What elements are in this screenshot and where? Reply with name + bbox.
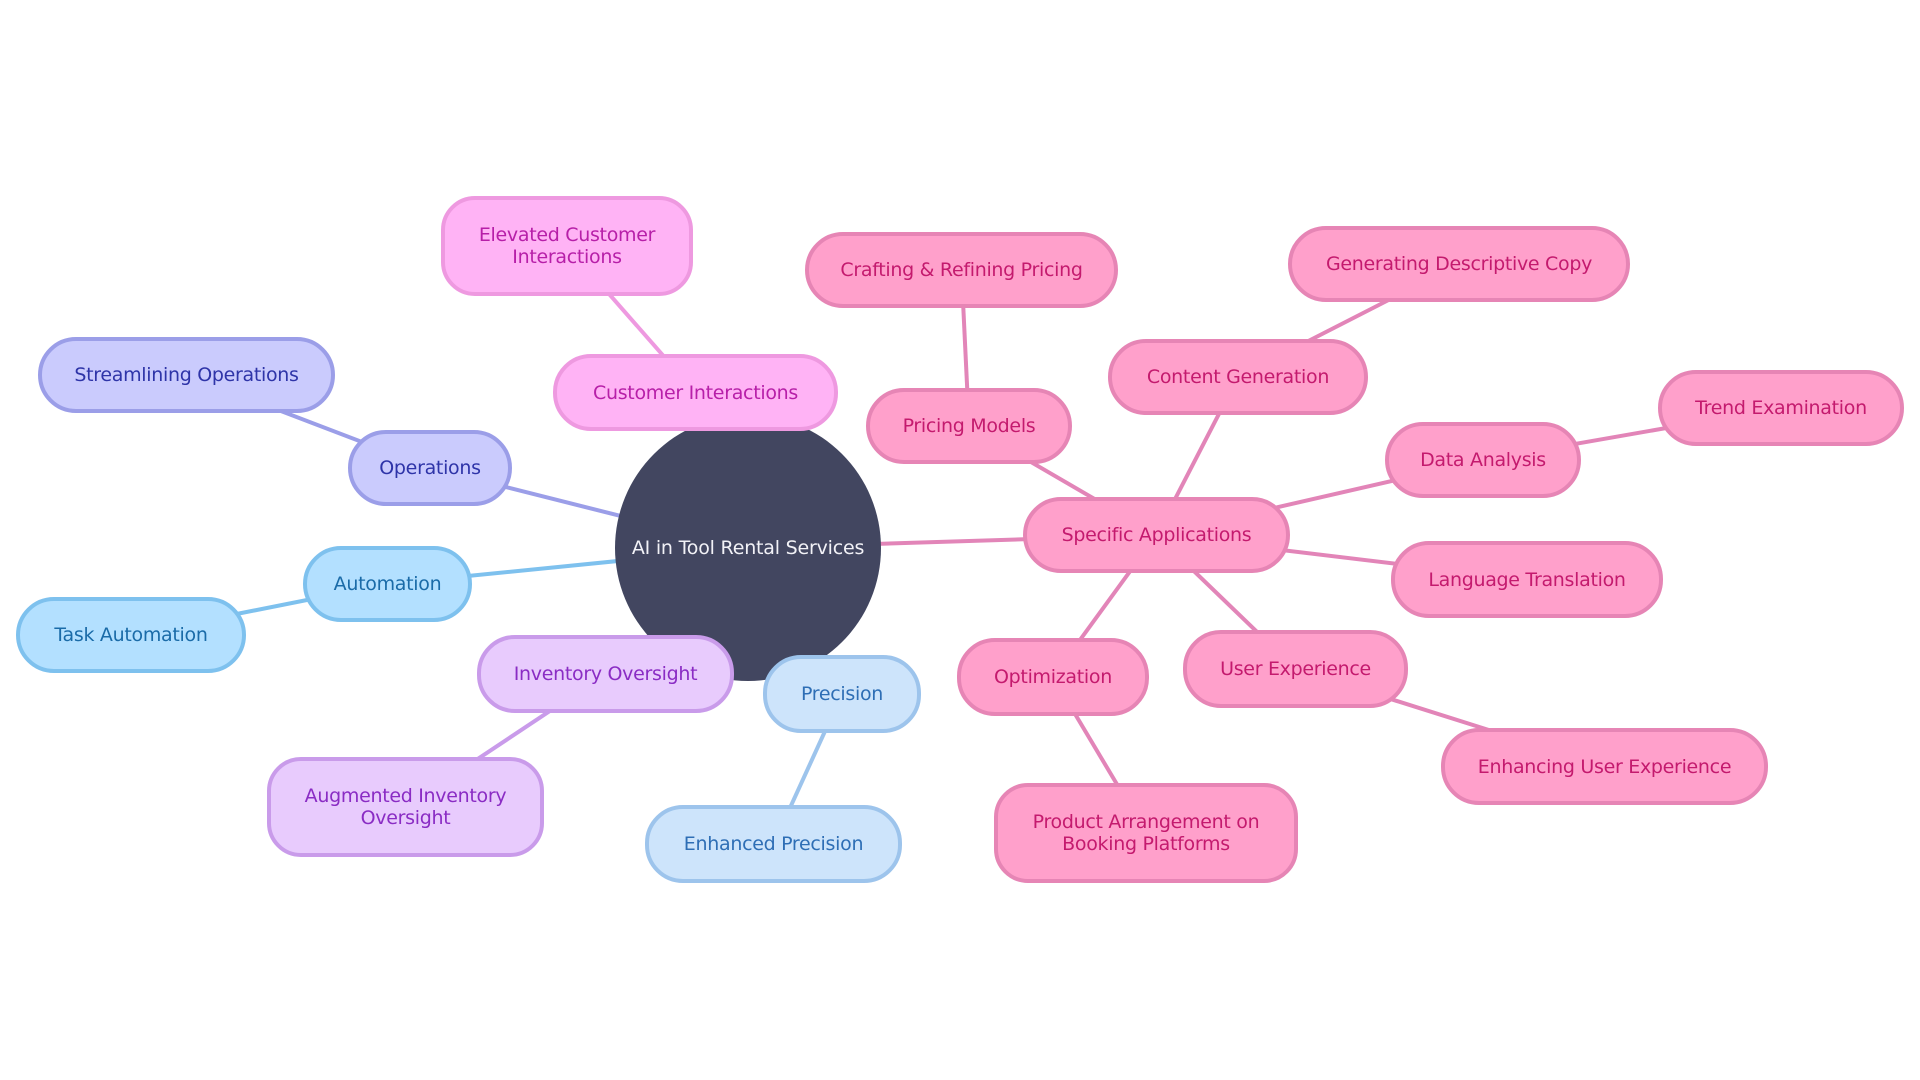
node-label: Content Generation xyxy=(1146,366,1330,388)
node-label: Specific Applications xyxy=(1061,524,1252,546)
node-optimization[interactable]: Optimization xyxy=(957,638,1149,716)
node-label: Crafting & Refining Pricing xyxy=(840,259,1083,281)
node-label: Data Analysis xyxy=(1420,449,1546,471)
node-augmented-inventory-oversight[interactable]: Augmented Inventory Oversight xyxy=(267,757,544,857)
node-label: Pricing Models xyxy=(902,415,1036,437)
mindmap-edges xyxy=(130,244,1782,845)
node-label: Elevated Customer Interactions xyxy=(478,224,656,268)
node-label: Precision xyxy=(800,683,884,705)
node-streamlining-operations[interactable]: Streamlining Operations xyxy=(38,337,335,413)
node-task-automation[interactable]: Task Automation xyxy=(16,597,246,673)
node-customer-interactions[interactable]: Customer Interactions xyxy=(553,354,838,431)
node-label: Inventory Oversight xyxy=(513,663,698,685)
node-generating-descriptive-copy[interactable]: Generating Descriptive Copy xyxy=(1288,226,1630,302)
node-label: Enhanced Precision xyxy=(683,833,864,855)
node-specific-applications[interactable]: Specific Applications xyxy=(1023,497,1290,573)
node-enhancing-user-experience[interactable]: Enhancing User Experience xyxy=(1441,728,1768,805)
node-label: Operations xyxy=(379,457,481,479)
root-node-label: AI in Tool Rental Services xyxy=(631,537,865,559)
node-inventory-oversight[interactable]: Inventory Oversight xyxy=(477,635,734,713)
node-label: Language Translation xyxy=(1428,568,1626,591)
node-crafting-refining-pricing[interactable]: Crafting & Refining Pricing xyxy=(805,232,1118,308)
node-precision[interactable]: Precision xyxy=(763,655,921,733)
node-data-analysis[interactable]: Data Analysis xyxy=(1385,422,1581,498)
node-operations[interactable]: Operations xyxy=(348,430,512,506)
node-label: Automation xyxy=(333,573,442,595)
node-enhanced-precision[interactable]: Enhanced Precision xyxy=(645,805,902,883)
node-label: Product Arrangement on Booking Platforms xyxy=(1032,811,1260,855)
node-label: Optimization xyxy=(994,666,1112,688)
node-product-arrangement[interactable]: Product Arrangement on Booking Platforms xyxy=(994,783,1298,883)
node-content-generation[interactable]: Content Generation xyxy=(1108,339,1368,415)
node-label: Customer Interactions xyxy=(592,381,798,404)
node-label: Task Automation xyxy=(54,624,208,646)
node-language-translation[interactable]: Language Translation xyxy=(1391,541,1663,618)
node-label: Streamlining Operations xyxy=(74,364,299,386)
node-elevated-customer-interactions[interactable]: Elevated Customer Interactions xyxy=(441,196,693,296)
node-label: User Experience xyxy=(1220,658,1371,680)
node-label: Enhancing User Experience xyxy=(1477,755,1732,778)
node-pricing-models[interactable]: Pricing Models xyxy=(866,388,1072,464)
node-label: Generating Descriptive Copy xyxy=(1325,253,1593,275)
node-user-experience[interactable]: User Experience xyxy=(1183,630,1408,708)
node-trend-examination[interactable]: Trend Examination xyxy=(1658,370,1904,446)
node-label: Trend Examination xyxy=(1695,397,1867,419)
node-automation[interactable]: Automation xyxy=(303,546,472,622)
node-label: Augmented Inventory Oversight xyxy=(304,785,507,829)
